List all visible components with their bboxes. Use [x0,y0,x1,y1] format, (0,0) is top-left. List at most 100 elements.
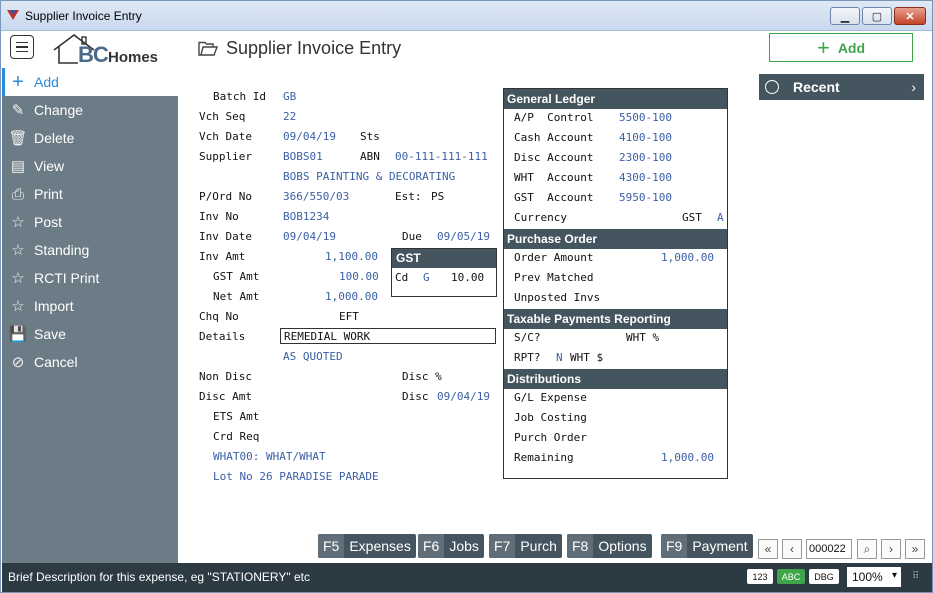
inv-date-field[interactable]: 09/04/19 [283,230,336,243]
sidebar-item-save[interactable]: 💾 Save [2,320,178,348]
fkey-code: F6 [418,534,445,558]
debug-badge[interactable]: DBG [809,569,839,584]
hamburger-menu-button[interactable] [10,35,34,59]
purch-order-label: Purch Order [514,431,587,444]
rpt-field[interactable]: N [556,351,563,364]
sidebar-item-delete[interactable]: 🗑 Delete [2,124,178,152]
crd-req-label: Crd Req [213,430,260,443]
inv-no-field[interactable]: BOB1234 [283,210,329,223]
close-icon: ✕ [905,10,915,23]
star-icon: ☆ [11,214,25,231]
due-date-field[interactable]: 09/05/19 [437,230,490,243]
clock-icon [765,80,779,94]
active-indicator [2,68,5,96]
job-costing-label: Job Costing [514,411,587,424]
zoom-value: 100% [852,570,883,584]
abn-field[interactable]: 00-111-111-111 [395,150,488,163]
printer-icon: ⎙ [11,185,24,203]
chq-no-field[interactable]: EFT [339,310,359,323]
abc-mode-badge[interactable]: ABC [777,569,805,584]
logo-homes-text: Homes [108,49,159,66]
next-record-button[interactable]: › [881,539,901,559]
sidebar-item-print[interactable]: ⎙ Print [2,180,178,208]
cash-account-field[interactable]: 4100-100 [619,131,672,144]
chq-no-label: Chq No [199,310,239,323]
minimize-button[interactable]: ▁ [830,7,860,25]
fkey-label: Purch [520,538,557,554]
vch-seq-field[interactable]: 22 [283,110,296,123]
logo-bc-text: BC [78,42,109,67]
double-chevron-left-icon: « [764,542,772,556]
app-icon [7,10,19,20]
gst-account-field[interactable]: 5950-100 [619,191,672,204]
plus-icon: + [816,34,830,60]
ap-control-field[interactable]: 5500-100 [619,111,672,124]
add-button-label: Add [837,39,866,56]
unposted-invs-label: Unposted Invs [514,291,601,304]
sidebar-item-change[interactable]: ✎ Change [2,96,178,124]
save-icon: 💾 [8,326,28,343]
currency-code: GST [682,211,702,224]
sidebar-item-label: View [34,158,65,174]
what-line: WHAT00: WHAT/WHAT [213,450,326,463]
sidebar-item-standing[interactable]: ☆ Standing [2,236,178,264]
batch-id-label: Batch Id [213,90,266,103]
details-line-2[interactable]: AS QUOTED [283,350,343,363]
last-record-button[interactable]: » [905,539,925,559]
sidebar-item-label: Delete [34,130,75,146]
add-button[interactable]: + Add [769,33,913,62]
net-amt-field[interactable]: 1,000.00 [325,290,378,303]
sidebar-item-add[interactable]: + Add [2,68,178,96]
batch-id-field[interactable]: GB [283,90,296,103]
plus-icon: + [12,70,24,93]
record-number-input[interactable]: 000022 [806,539,852,559]
prev-matched-label: Prev Matched [514,271,594,284]
recent-button[interactable]: Recent › [759,74,924,100]
details-input[interactable]: REMEDIAL WORK [280,328,496,344]
vch-date-field[interactable]: 09/04/19 [283,130,336,143]
chevron-right-icon: › [889,542,893,556]
sidebar-item-import[interactable]: ☆ Import [2,292,178,320]
vch-date-label: Vch Date [199,130,252,143]
order-amount-label: Order Amount [514,251,594,264]
net-amt-label: Net Amt [213,290,260,303]
f8-options-button[interactable]: F8 Options [567,534,652,558]
gst-amt-label: GST Amt [213,270,260,283]
chevron-right-icon: › [911,79,916,95]
numeric-mode-badge[interactable]: 123 [747,569,773,584]
inv-amt-field[interactable]: 1,100.00 [325,250,378,263]
lot-line: Lot No 26 PARADISE PARADE [213,470,379,483]
fkey-code: F8 [567,534,594,558]
prev-record-button[interactable]: ‹ [782,539,802,559]
disc-date-field[interactable]: 09/04/19 [437,390,490,403]
resize-grip-icon[interactable]: ⠿ [912,571,919,582]
minimize-icon: ▁ [840,10,850,23]
general-ledger-header: General Ledger [504,89,727,109]
first-record-button[interactable]: « [758,539,778,559]
sidebar-item-view[interactable]: ▤ View [2,152,178,180]
currency-field[interactable]: A [717,211,724,224]
disc-account-field[interactable]: 2300-100 [619,151,672,164]
gst-amt-field[interactable]: 100.00 [339,270,379,283]
supplier-field[interactable]: BOBS01 [283,150,323,163]
trash-icon: 🗑 [8,130,28,147]
zoom-select[interactable]: 100% ▾ [847,567,901,587]
f7-purch-button[interactable]: F7 Purch [489,534,562,558]
sidebar-item-label: Print [34,186,63,202]
sidebar-item-label: Post [34,214,63,230]
sts-label: Sts [360,130,380,143]
gst-cd-field[interactable]: G [423,271,430,284]
f9-payment-button[interactable]: F9 Payment [661,534,753,558]
search-record-button[interactable]: ⌕ [857,539,877,559]
sidebar-item-cancel[interactable]: ⊘ Cancel [2,348,178,376]
gst-amount-field[interactable]: 10.00 [451,271,484,284]
pord-field[interactable]: 366/550/03 [283,190,349,203]
wht-account-field[interactable]: 4300-100 [619,171,672,184]
maximize-button[interactable]: ▢ [862,7,892,25]
ets-amt-label: ETS Amt [213,410,260,423]
f5-expenses-button[interactable]: F5 Expenses [318,534,416,558]
close-button[interactable]: ✕ [894,7,926,25]
sidebar-item-rcti-print[interactable]: ☆ RCTI Print [2,264,178,292]
sidebar-item-post[interactable]: ☆ Post [2,208,178,236]
f6-jobs-button[interactable]: F6 Jobs [418,534,484,558]
